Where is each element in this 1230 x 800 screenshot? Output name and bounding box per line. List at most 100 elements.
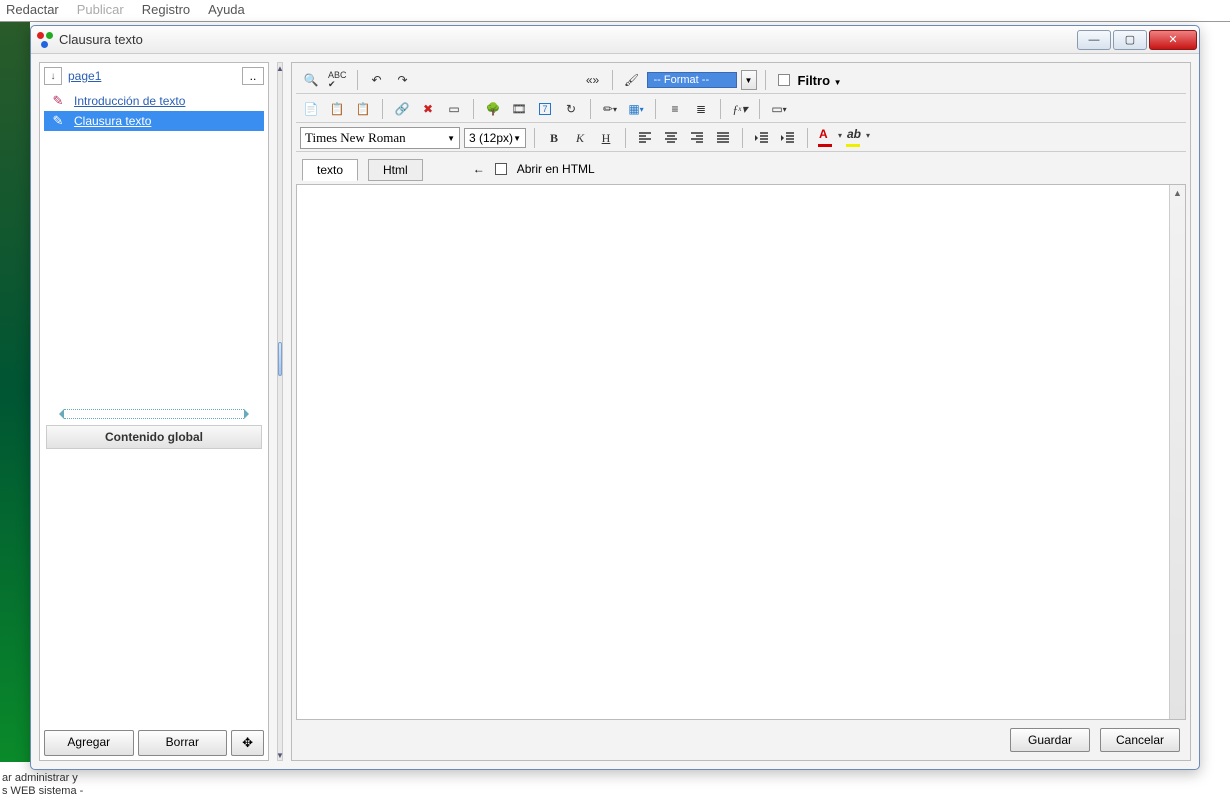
separator (759, 99, 760, 119)
link-icon[interactable]: 🔗 (391, 98, 413, 120)
menu-publicar[interactable]: Publicar (77, 2, 124, 17)
move-button[interactable]: ✥ (231, 730, 264, 756)
toolbar-row-2: 📄 📋 📋 🔗 ✖ ▭ 🌳 🎞 7 ↻ ✏▾ ▦▾ ≡ ≣ ƒx ▾ (296, 96, 1186, 123)
separator (625, 128, 626, 148)
collapse-icon[interactable]: ↓ (44, 67, 62, 85)
scroll-thumb[interactable] (278, 342, 282, 376)
scroll-down-icon[interactable]: ▼ (278, 750, 282, 760)
separator (590, 99, 591, 119)
align-right-icon[interactable] (686, 127, 708, 149)
align-justify-icon[interactable] (712, 127, 734, 149)
format-select[interactable]: -- Format -- (647, 72, 737, 88)
bg-text-line: ar administrar y (2, 772, 83, 785)
ol-icon[interactable]: ≡ (664, 98, 686, 120)
separator (742, 128, 743, 148)
date-icon[interactable]: 7 (534, 98, 556, 120)
bg-text-line: s WEB sistema - (2, 785, 83, 798)
bold-icon[interactable]: B (543, 127, 565, 149)
highlight-color-icon[interactable]: ab▾ (844, 127, 868, 149)
editor-tabs: texto Html ← Abrir en HTML (296, 154, 1186, 184)
page-link[interactable]: page1 (68, 69, 236, 83)
filtro-label[interactable]: Filtro ▼ (798, 73, 842, 88)
font-color-icon[interactable]: A▾ (816, 127, 840, 149)
close-button[interactable]: ✕ (1149, 30, 1197, 50)
tree-spacer (44, 131, 264, 405)
separator (382, 99, 383, 119)
align-left-icon[interactable] (634, 127, 656, 149)
dialog-title: Clausura texto (59, 32, 1075, 47)
open-html-checkbox[interactable] (495, 163, 507, 175)
outdent-icon[interactable] (751, 127, 773, 149)
preview-icon[interactable]: 🔍 (300, 69, 322, 91)
tree-item-intro[interactable]: ✎ Introducción de texto (44, 91, 264, 111)
editor-panel: 🔍 ABC✔ ↶ ↷ «» 🖌 -- Format -- ▼ Filtro ▼ (291, 62, 1191, 761)
more-button[interactable]: .. (242, 67, 264, 85)
scroll-up-icon[interactable]: ▲ (278, 63, 282, 73)
font-select[interactable]: Times New Roman▼ (300, 127, 460, 149)
scroll-up-icon[interactable]: ▲ (1170, 185, 1185, 201)
filtro-checkbox[interactable] (778, 74, 790, 86)
separator (720, 99, 721, 119)
unlink-icon[interactable]: ✖ (417, 98, 439, 120)
format-dropdown-icon[interactable]: ▼ (741, 70, 757, 90)
clipboard-icon[interactable]: 📋 (352, 98, 374, 120)
paste-icon[interactable]: 📋 (326, 98, 348, 120)
dialog-window: Clausura texto — ▢ ✕ ↓ page1 .. ✎ Introd… (30, 25, 1200, 770)
image-icon[interactable]: 🌳 (482, 98, 504, 120)
table-icon[interactable]: ▦▾ (625, 98, 647, 120)
undo-icon[interactable]: ↶ (366, 69, 388, 91)
nav-icon[interactable]: «» (582, 69, 604, 91)
size-select[interactable]: 3 (12px)▼ (464, 128, 526, 148)
separator (534, 128, 535, 148)
menu-ayuda[interactable]: Ayuda (208, 2, 245, 17)
main-menubar: Redactar Publicar Registro Ayuda (0, 0, 1230, 22)
tree-item-label: Clausura texto (74, 114, 151, 128)
edit-tool-icon[interactable]: ✏▾ (599, 98, 621, 120)
tree-item-clausura[interactable]: ✎ Clausura texto (44, 111, 264, 131)
refresh-icon[interactable]: ↻ (560, 98, 582, 120)
menu-registro[interactable]: Registro (142, 2, 190, 17)
vertical-splitter[interactable]: ▲ ▼ (277, 62, 283, 761)
font-name: Times New Roman (305, 130, 406, 146)
maximize-button[interactable]: ▢ (1113, 30, 1147, 50)
editor-scrollbar[interactable]: ▲ (1169, 185, 1185, 719)
edit-icon: ✎ (50, 113, 66, 129)
menu-redactar[interactable]: Redactar (6, 2, 59, 17)
tab-texto[interactable]: texto (302, 159, 358, 181)
ul-icon[interactable]: ≣ (690, 98, 712, 120)
separator (807, 128, 808, 148)
copy-icon[interactable]: 📄 (300, 98, 322, 120)
titlebar[interactable]: Clausura texto — ▢ ✕ (31, 26, 1199, 54)
toolbar-row-3: Times New Roman▼ 3 (12px)▼ B K H (296, 125, 1186, 152)
delete-button[interactable]: Borrar (138, 730, 228, 756)
add-button[interactable]: Agregar (44, 730, 134, 756)
text-editor[interactable]: ▲ (296, 184, 1186, 720)
panel-splitter[interactable] (64, 409, 244, 419)
anchor-icon[interactable]: ▭ (443, 98, 465, 120)
box-tool-icon[interactable]: ▭▾ (768, 98, 790, 120)
minimize-button[interactable]: — (1077, 30, 1111, 50)
tab-html[interactable]: Html (368, 159, 423, 181)
separator (612, 70, 613, 90)
format-label: -- Format -- (654, 74, 710, 86)
separator (765, 70, 766, 90)
back-arrow-icon[interactable]: ← (473, 162, 485, 176)
media-icon[interactable]: 🎞 (508, 98, 530, 120)
cancel-button[interactable]: Cancelar (1100, 728, 1180, 752)
indent-icon[interactable] (777, 127, 799, 149)
brush-icon[interactable]: 🖌 (621, 69, 643, 91)
italic-icon[interactable]: K (569, 127, 591, 149)
spellcheck-icon[interactable]: ABC✔ (326, 69, 349, 91)
global-content-header[interactable]: Contenido global (46, 425, 262, 449)
save-button[interactable]: Guardar (1010, 728, 1090, 752)
separator (357, 70, 358, 90)
function-icon[interactable]: ƒx ▾ (729, 98, 751, 120)
underline-icon[interactable]: H (595, 127, 617, 149)
toolbar-row-1: 🔍 ABC✔ ↶ ↷ «» 🖌 -- Format -- ▼ Filtro ▼ (296, 67, 1186, 94)
open-html-label: Abrir en HTML (517, 162, 595, 176)
align-center-icon[interactable] (660, 127, 682, 149)
font-size: 3 (12px) (469, 131, 513, 145)
left-panel: ↓ page1 .. ✎ Introducción de texto ✎ Cla… (39, 62, 269, 761)
redo-icon[interactable]: ↷ (392, 69, 414, 91)
separator (655, 99, 656, 119)
